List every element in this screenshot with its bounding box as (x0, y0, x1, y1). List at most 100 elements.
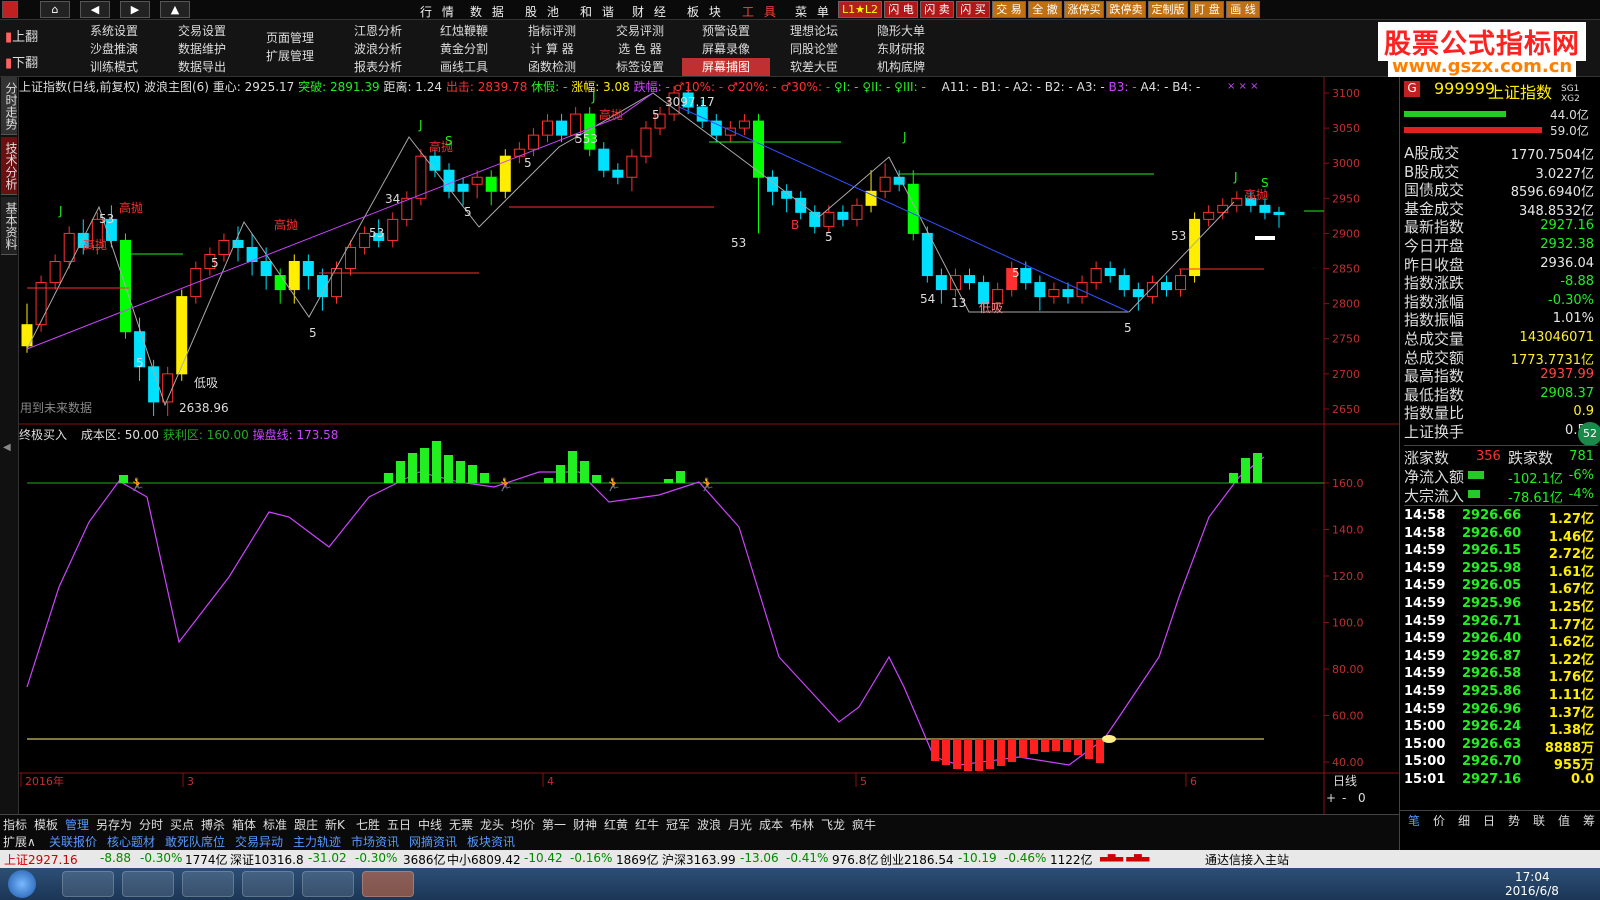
toolbar-item-5-1[interactable]: 计 算 器 (508, 40, 596, 58)
toolbar-item-2-0[interactable]: 页面管理 (246, 29, 334, 47)
sz-index[interactable]: 深证10316.8 (230, 851, 304, 868)
stock-app-icon[interactable] (302, 871, 354, 897)
quote-tab-0[interactable]: 笔 (1408, 812, 1420, 829)
info-tab-7[interactable]: 网摘资讯 (409, 833, 457, 850)
titlebar-button-3[interactable]: 闪 买 (956, 1, 990, 18)
quote-tab-1[interactable]: 价 (1433, 812, 1445, 829)
info-tab-4[interactable]: 交易异动 (235, 833, 283, 850)
toolbar-item-6-1[interactable]: 选 色 器 (596, 40, 684, 58)
quote-tab-6[interactable]: 值 (1558, 812, 1570, 829)
titlebar-button-0[interactable]: L1★L2 (838, 1, 882, 18)
info-tab-2[interactable]: 核心题材 (107, 833, 155, 850)
menu-hexie[interactable]: 和 谐 (580, 3, 617, 20)
cy-index[interactable]: 创业2186.54 (880, 851, 954, 868)
info-tab-5[interactable]: 主力轨迹 (293, 833, 341, 850)
menu-shuju[interactable]: 数 据 (470, 3, 507, 20)
titlebar-button-9[interactable]: 盯 盘 (1190, 1, 1224, 18)
indicator-tab-12[interactable]: 五日 (387, 816, 411, 833)
toolbar-item-8-0[interactable]: 理想论坛 (770, 22, 858, 40)
float-circle[interactable]: 52 (1578, 422, 1600, 446)
sh-index[interactable]: 上证2927.16 (4, 851, 78, 868)
quote-tab-2[interactable]: 细 (1458, 812, 1470, 829)
toolbar-item-0-2[interactable]: 训练模式 (70, 58, 158, 76)
titlebar-button-1[interactable]: 闪 电 (884, 1, 918, 18)
toolbar-item-2-1[interactable]: 扩展管理 (246, 47, 334, 65)
toolbar-item-4-2[interactable]: 画线工具 (420, 58, 508, 76)
indicator-tab-5[interactable]: 买点 (170, 816, 194, 833)
indicator-tab-17[interactable]: 第一 (542, 816, 566, 833)
indicator-tab-21[interactable]: 冠军 (666, 816, 690, 833)
indicator-tab-18[interactable]: 财神 (573, 816, 597, 833)
indicator-tab-3[interactable]: 另存为 (96, 816, 132, 833)
indicator-tab-23[interactable]: 月光 (728, 816, 752, 833)
toolbar-item-3-1[interactable]: 波浪分析 (334, 40, 422, 58)
kline-chart[interactable]: 3100 3050 3000 2950 2900 2850 2800 2750 2700 2650… (19, 77, 1399, 814)
menu-caidan[interactable]: 菜 单 (795, 3, 832, 20)
titlebar-button-7[interactable]: 跌停卖 (1106, 1, 1146, 18)
hs-index[interactable]: 沪深3163.99 (662, 851, 736, 868)
indicator-tab-2[interactable]: 管理 (65, 816, 89, 833)
info-tab-8[interactable]: 板块资讯 (467, 833, 515, 850)
indicator-tab-14[interactable]: 无票 (449, 816, 473, 833)
indicator-tab-11[interactable]: 七胜 (356, 816, 380, 833)
toolbar-item-6-2[interactable]: 标签设置 (596, 58, 684, 76)
quote-tab-4[interactable]: 势 (1508, 812, 1520, 829)
indicator-tab-1[interactable]: 模板 (34, 816, 58, 833)
titlebar-button-8[interactable]: 定制版 (1148, 1, 1188, 18)
indicator-tab-10[interactable]: 新K (325, 816, 345, 833)
start-button-icon[interactable] (8, 870, 36, 898)
zx-index[interactable]: 中小6809.42 (447, 851, 521, 868)
toolbar-item-5-2[interactable]: 函数检测 (508, 58, 596, 76)
forward-icon[interactable]: ▶ (120, 1, 150, 18)
tab-fenshi[interactable]: 分时走势 (1, 77, 18, 135)
page-down-button[interactable]: ▮下翻 (5, 52, 38, 71)
page-up-button[interactable]: ▮上翻 (5, 26, 38, 45)
ie-browser-icon[interactable] (122, 871, 174, 897)
indicator-tab-22[interactable]: 波浪 (697, 816, 721, 833)
indicator-tab-15[interactable]: 龙头 (480, 816, 504, 833)
titlebar-button-6[interactable]: 涨停买 (1064, 1, 1104, 18)
indicator-tab-6[interactable]: 搏杀 (201, 816, 225, 833)
taskbar-app-icon[interactable] (62, 871, 114, 897)
file-explorer-icon[interactable] (182, 871, 234, 897)
toolbar-item-1-0[interactable]: 交易设置 (158, 22, 246, 40)
indicator-tab-25[interactable]: 布林 (790, 816, 814, 833)
toolbar-item-4-0[interactable]: 红烛鞭鞭 (420, 22, 508, 40)
indicator-tab-16[interactable]: 均价 (511, 816, 535, 833)
quote-tab-5[interactable]: 联 (1533, 812, 1545, 829)
home-icon[interactable]: ⌂ (40, 1, 70, 18)
toolbar-item-9-2[interactable]: 机构底牌 (857, 58, 945, 76)
menu-bankuai[interactable]: 板 块 (687, 3, 724, 20)
menu-caijing[interactable]: 财 经 (632, 3, 669, 20)
toolbar-item-4-1[interactable]: 黄金分割 (420, 40, 508, 58)
up-icon[interactable]: ▲ (160, 1, 190, 18)
indicator-tab-9[interactable]: 跟庄 (294, 816, 318, 833)
titlebar-button-4[interactable]: 交 易 (992, 1, 1026, 18)
toolbar-item-3-2[interactable]: 报表分析 (334, 58, 422, 76)
toolbar-item-9-0[interactable]: 隐形大单 (857, 22, 945, 40)
chart-area[interactable]: 3100 3050 3000 2950 2900 2850 2800 2750 2700 2650… (19, 77, 1399, 814)
tab-jiben[interactable]: 基本资料 (1, 197, 18, 255)
indicator-tab-4[interactable]: 分时 (139, 816, 163, 833)
info-tab-1[interactable]: 关联报价 (49, 833, 97, 850)
indicator-tab-13[interactable]: 中线 (418, 816, 442, 833)
toolbar-item-3-0[interactable]: 江恩分析 (334, 22, 422, 40)
toolbar-item-6-0[interactable]: 交易评测 (596, 22, 684, 40)
info-tab-6[interactable]: 市场资讯 (351, 833, 399, 850)
toolbar-item-7-2[interactable]: 屏幕捕图 (682, 58, 770, 76)
toolbar-item-0-1[interactable]: 沙盘推演 (70, 40, 158, 58)
indicator-tab-26[interactable]: 飞龙 (821, 816, 845, 833)
titlebar-button-10[interactable]: 画 线 (1226, 1, 1260, 18)
quote-tab-7[interactable]: 筹 (1583, 812, 1595, 829)
collapse-arrow-icon[interactable]: ◀ (3, 442, 11, 453)
indicator-tab-24[interactable]: 成本 (759, 816, 783, 833)
menu-guchi[interactable]: 股 池 (525, 3, 562, 20)
indicator-tab-0[interactable]: 指标 (3, 816, 27, 833)
taskbar-active-app-icon[interactable] (362, 871, 414, 897)
indicator-tab-8[interactable]: 标准 (263, 816, 287, 833)
info-tab-0[interactable]: 扩展∧ (3, 833, 36, 850)
indicator-tab-27[interactable]: 疯牛 (852, 816, 876, 833)
toolbar-item-1-2[interactable]: 数据导出 (158, 58, 246, 76)
indicator-tab-20[interactable]: 红牛 (635, 816, 659, 833)
back-icon[interactable]: ◀ (80, 1, 110, 18)
